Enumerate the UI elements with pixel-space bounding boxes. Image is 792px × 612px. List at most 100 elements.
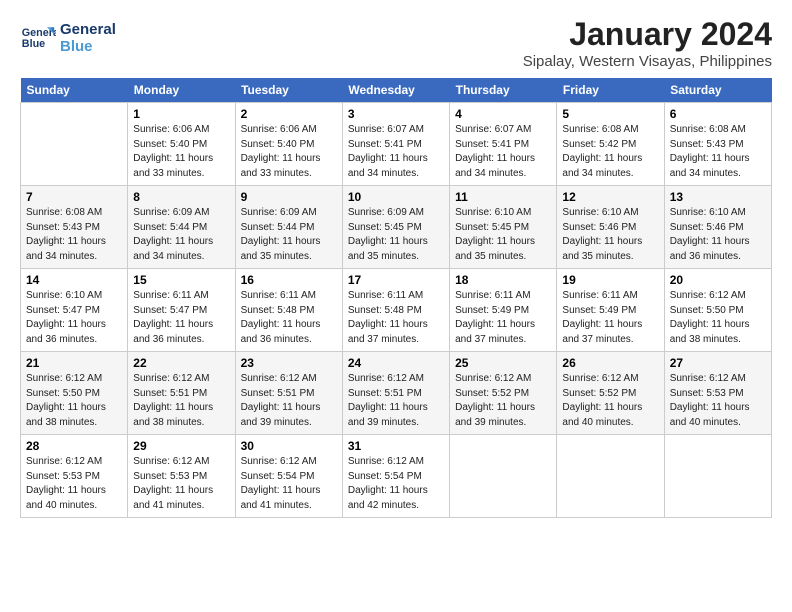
day-number: 12 xyxy=(562,190,658,204)
day-number: 16 xyxy=(241,273,337,287)
day-info: Sunrise: 6:09 AM Sunset: 5:45 PM Dayligh… xyxy=(348,206,444,264)
calendar-cell: 9 Sunrise: 6:09 AM Sunset: 5:44 PM Daylig… xyxy=(235,186,342,269)
calendar-week-row: 21 Sunrise: 6:12 AM Sunset: 5:50 PM Dayli… xyxy=(21,352,772,435)
calendar-cell: 2Sunrise: 6:06 AM Sunset: 5:40 PM Daylig… xyxy=(235,103,342,186)
calendar-cell: 16 Sunrise: 6:11 AM Sunset: 5:48 PM Dayli… xyxy=(235,269,342,352)
header-thursday: Thursday xyxy=(450,78,557,103)
day-number: 7 xyxy=(26,190,122,204)
header-tuesday: Tuesday xyxy=(235,78,342,103)
calendar-cell xyxy=(664,435,771,518)
subtitle: Sipalay, Western Visayas, Philippines xyxy=(523,53,772,70)
calendar-cell xyxy=(450,435,557,518)
day-number: 10 xyxy=(348,190,444,204)
calendar-cell: 5Sunrise: 6:08 AM Sunset: 5:42 PM Daylig… xyxy=(557,103,664,186)
calendar-cell xyxy=(557,435,664,518)
calendar-cell: 17 Sunrise: 6:11 AM Sunset: 5:48 PM Dayli… xyxy=(342,269,449,352)
calendar-cell: 18 Sunrise: 6:11 AM Sunset: 5:49 PM Dayli… xyxy=(450,269,557,352)
calendar-cell: 11 Sunrise: 6:10 AM Sunset: 5:45 PM Dayli… xyxy=(450,186,557,269)
calendar-week-row: 1 Sunrise: 6:06 AM Sunset: 5:40 PM Daylig… xyxy=(21,103,772,186)
day-number: 31 xyxy=(348,439,444,453)
day-info: Sunrise: 6:12 AM Sunset: 5:50 PM Dayligh… xyxy=(26,372,122,430)
day-info: Sunrise: 6:09 AM Sunset: 5:44 PM Dayligh… xyxy=(241,206,337,264)
calendar-cell: 31Sunrise: 6:12 AM Sunset: 5:54 PM Dayli… xyxy=(342,435,449,518)
day-info: Sunrise: 6:08 AM Sunset: 5:43 PM Dayligh… xyxy=(670,123,766,181)
day-number: 15 xyxy=(133,273,229,287)
day-number: 26 xyxy=(562,356,658,370)
day-info: Sunrise: 6:10 AM Sunset: 5:46 PM Dayligh… xyxy=(670,206,766,264)
day-number: 20 xyxy=(670,273,766,287)
calendar-cell: 27 Sunrise: 6:12 AM Sunset: 5:53 PM Dayli… xyxy=(664,352,771,435)
calendar-cell: 22Sunrise: 6:12 AM Sunset: 5:51 PM Dayli… xyxy=(128,352,235,435)
calendar-table: SundayMondayTuesdayWednesdayThursdayFrid… xyxy=(20,78,772,518)
day-number: 18 xyxy=(455,273,551,287)
calendar-week-row: 14 Sunrise: 6:10 AM Sunset: 5:47 PM Dayli… xyxy=(21,269,772,352)
day-info: Sunrise: 6:08 AM Sunset: 5:42 PM Dayligh… xyxy=(562,123,658,181)
logo-line2: Blue xyxy=(60,38,116,55)
day-info: Sunrise: 6:07 AM Sunset: 5:41 PM Dayligh… xyxy=(455,123,551,181)
day-info: Sunrise: 6:12 AM Sunset: 5:53 PM Dayligh… xyxy=(670,372,766,430)
calendar-cell: 30Sunrise: 6:12 AM Sunset: 5:54 PM Dayli… xyxy=(235,435,342,518)
day-number: 27 xyxy=(670,356,766,370)
day-info: Sunrise: 6:11 AM Sunset: 5:49 PM Dayligh… xyxy=(455,289,551,347)
calendar-cell: 25Sunrise: 6:12 AM Sunset: 5:52 PM Dayli… xyxy=(450,352,557,435)
day-info: Sunrise: 6:10 AM Sunset: 5:47 PM Dayligh… xyxy=(26,289,122,347)
day-number: 25 xyxy=(455,356,551,370)
logo-line1: General xyxy=(60,21,116,38)
calendar-cell: 21 Sunrise: 6:12 AM Sunset: 5:50 PM Dayli… xyxy=(21,352,128,435)
day-info: Sunrise: 6:11 AM Sunset: 5:48 PM Dayligh… xyxy=(348,289,444,347)
header-sunday: Sunday xyxy=(21,78,128,103)
day-info: Sunrise: 6:12 AM Sunset: 5:52 PM Dayligh… xyxy=(562,372,658,430)
calendar-cell: 28 Sunrise: 6:12 AM Sunset: 5:53 PM Dayli… xyxy=(21,435,128,518)
calendar-cell: 29Sunrise: 6:12 AM Sunset: 5:53 PM Dayli… xyxy=(128,435,235,518)
day-number: 8 xyxy=(133,190,229,204)
day-info: Sunrise: 6:12 AM Sunset: 5:53 PM Dayligh… xyxy=(26,455,122,513)
day-info: Sunrise: 6:10 AM Sunset: 5:46 PM Dayligh… xyxy=(562,206,658,264)
day-number: 9 xyxy=(241,190,337,204)
day-number: 14 xyxy=(26,273,122,287)
calendar-cell: 20Sunrise: 6:12 AM Sunset: 5:50 PM Dayli… xyxy=(664,269,771,352)
day-info: Sunrise: 6:08 AM Sunset: 5:43 PM Dayligh… xyxy=(26,206,122,264)
day-number: 6 xyxy=(670,107,766,121)
calendar-cell: 8 Sunrise: 6:09 AM Sunset: 5:44 PM Daylig… xyxy=(128,186,235,269)
day-info: Sunrise: 6:09 AM Sunset: 5:44 PM Dayligh… xyxy=(133,206,229,264)
title-block: January 2024 Sipalay, Western Visayas, P… xyxy=(523,16,772,70)
calendar-cell: 7 Sunrise: 6:08 AM Sunset: 5:43 PM Daylig… xyxy=(21,186,128,269)
day-number: 19 xyxy=(562,273,658,287)
main-title: January 2024 xyxy=(523,16,772,53)
day-number: 1 xyxy=(133,107,229,121)
day-number: 21 xyxy=(26,356,122,370)
calendar-week-row: 7 Sunrise: 6:08 AM Sunset: 5:43 PM Daylig… xyxy=(21,186,772,269)
day-number: 17 xyxy=(348,273,444,287)
day-number: 24 xyxy=(348,356,444,370)
day-info: Sunrise: 6:12 AM Sunset: 5:51 PM Dayligh… xyxy=(348,372,444,430)
calendar-cell xyxy=(21,103,128,186)
calendar-cell: 23Sunrise: 6:12 AM Sunset: 5:51 PM Dayli… xyxy=(235,352,342,435)
svg-text:Blue: Blue xyxy=(22,38,45,50)
calendar-cell: 13Sunrise: 6:10 AM Sunset: 5:46 PM Dayli… xyxy=(664,186,771,269)
day-info: Sunrise: 6:06 AM Sunset: 5:40 PM Dayligh… xyxy=(133,123,229,181)
day-info: Sunrise: 6:12 AM Sunset: 5:51 PM Dayligh… xyxy=(241,372,337,430)
day-number: 30 xyxy=(241,439,337,453)
header-monday: Monday xyxy=(128,78,235,103)
day-number: 11 xyxy=(455,190,551,204)
calendar-cell: 3 Sunrise: 6:07 AM Sunset: 5:41 PM Daylig… xyxy=(342,103,449,186)
logo: General Blue General Blue xyxy=(20,20,116,56)
calendar-cell: 6 Sunrise: 6:08 AM Sunset: 5:43 PM Daylig… xyxy=(664,103,771,186)
day-info: Sunrise: 6:10 AM Sunset: 5:45 PM Dayligh… xyxy=(455,206,551,264)
calendar-cell: 26 Sunrise: 6:12 AM Sunset: 5:52 PM Dayli… xyxy=(557,352,664,435)
day-number: 28 xyxy=(26,439,122,453)
header-friday: Friday xyxy=(557,78,664,103)
header-wednesday: Wednesday xyxy=(342,78,449,103)
day-info: Sunrise: 6:07 AM Sunset: 5:41 PM Dayligh… xyxy=(348,123,444,181)
day-number: 3 xyxy=(348,107,444,121)
day-info: Sunrise: 6:11 AM Sunset: 5:48 PM Dayligh… xyxy=(241,289,337,347)
logo-icon: General Blue xyxy=(20,20,56,56)
day-info: Sunrise: 6:12 AM Sunset: 5:53 PM Dayligh… xyxy=(133,455,229,513)
calendar-cell: 15Sunrise: 6:11 AM Sunset: 5:47 PM Dayli… xyxy=(128,269,235,352)
day-info: Sunrise: 6:11 AM Sunset: 5:49 PM Dayligh… xyxy=(562,289,658,347)
calendar-header-row: SundayMondayTuesdayWednesdayThursdayFrid… xyxy=(21,78,772,103)
header-saturday: Saturday xyxy=(664,78,771,103)
calendar-cell: 24 Sunrise: 6:12 AM Sunset: 5:51 PM Dayli… xyxy=(342,352,449,435)
calendar-week-row: 28 Sunrise: 6:12 AM Sunset: 5:53 PM Dayli… xyxy=(21,435,772,518)
page-header: General Blue General Blue January 2024 S… xyxy=(20,16,772,70)
